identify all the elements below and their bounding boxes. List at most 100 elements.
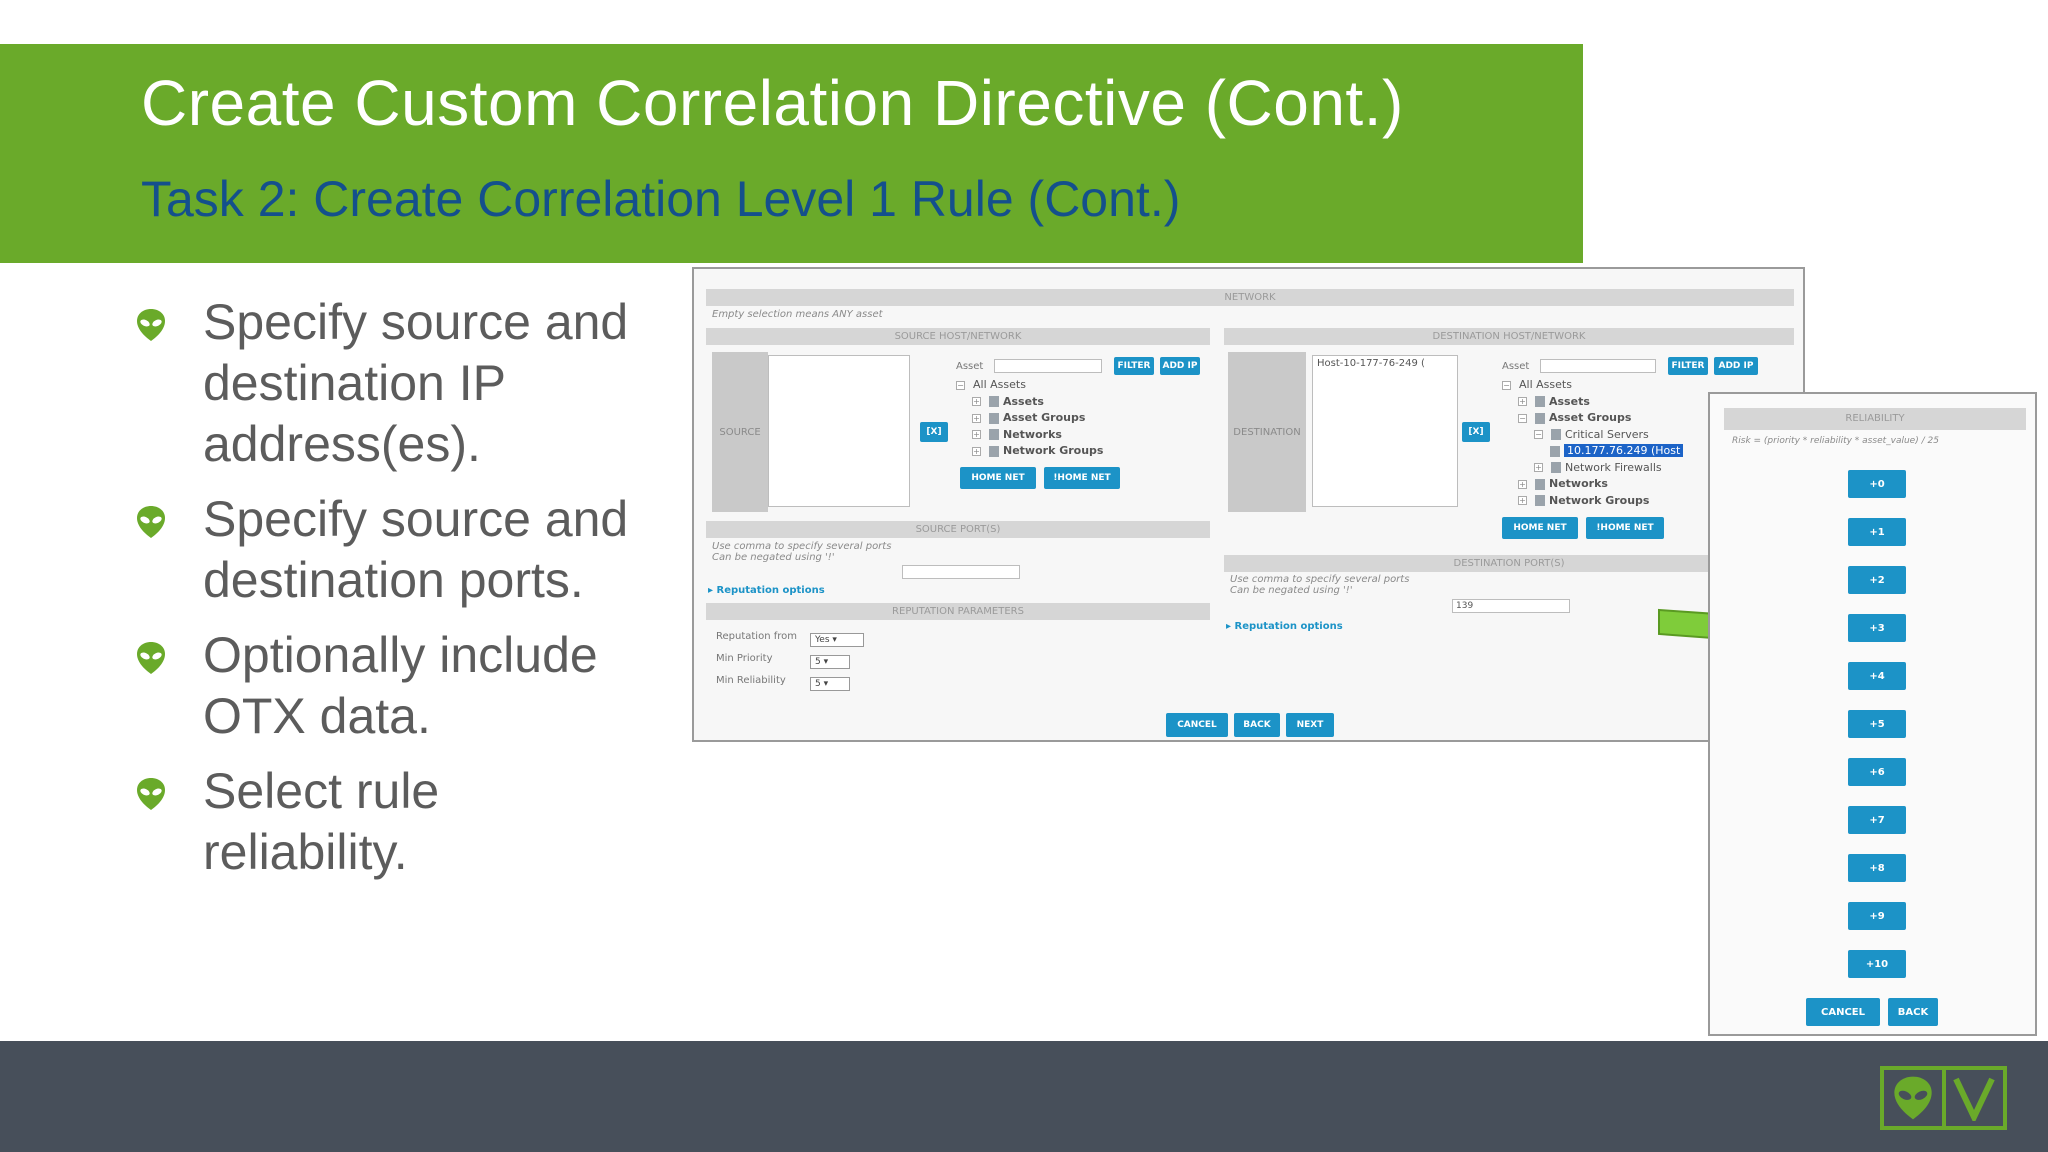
risk-formula: Risk = (priority * reliability * asset_v… [1732,436,1939,446]
reputation-from-label: Reputation from [716,631,797,642]
source-ports-hint: Use comma to specify several ports [712,541,892,552]
reliability-title: RELIABILITY [1724,408,2026,430]
tree-item[interactable]: − All Assets [1502,377,1683,394]
destination-not-home-net-button[interactable]: !HOME NET [1586,517,1664,539]
network-panel: NETWORK Empty selection means ANY asset … [692,267,1805,742]
tree-item[interactable]: − Critical Servers [1502,427,1683,444]
bullet-item: Specify source and destination IP addres… [136,292,656,475]
tree-label: Network Groups [1003,444,1104,457]
tree-item[interactable]: − Asset Groups [1502,410,1683,427]
source-home-net-button[interactable]: HOME NET [960,467,1036,489]
min-reliability-label: Min Reliability [716,675,786,686]
alien-head-icon [137,309,165,341]
v-mark-icon [1941,1070,2004,1126]
bullet-text: Select rule reliability. [203,763,440,880]
destination-home-net-button[interactable]: HOME NET [1502,517,1578,539]
tree-item[interactable]: + Assets [956,394,1103,411]
source-asset-label: Asset [956,361,984,372]
min-priority-label: Min Priority [716,653,773,664]
tree-item[interactable]: + Asset Groups [956,410,1103,427]
source-ports-section: SOURCE PORT(S) [706,521,1210,538]
network-section-title: NETWORK [706,289,1794,306]
tree-item[interactable]: + Network Firewalls [1502,460,1683,477]
reliability-back-button[interactable]: BACK [1888,998,1938,1026]
tree-item[interactable]: − All Assets [956,377,1103,394]
slide-subtitle: Task 2: Create Correlation Level 1 Rule … [141,171,1181,227]
bullet-item: Optionally include OTX data. [136,625,656,747]
tree-label: Networks [1003,427,1062,441]
destination-asset-tree: − All Assets + Assets − Asset Groups − Criti… [1502,377,1684,510]
min-reliability-select[interactable]: 5 ▾ [810,677,850,691]
reliability-plus-1-button[interactable]: +1 [1848,518,1906,546]
destination-ports-input[interactable]: 139 [1452,599,1570,613]
reliability-plus-2-button[interactable]: +2 [1848,566,1906,594]
tree-label: Asset Groups [1549,411,1632,424]
source-ports-hint: Can be negated using '!' [712,552,835,563]
reliability-plus-10-button[interactable]: +10 [1848,950,1906,978]
reputation-from-select[interactable]: Yes ▾ [810,633,864,647]
reliability-plus-3-button[interactable]: +3 [1848,614,1906,642]
tree-label: Networks [1549,477,1608,490]
source-reputation-options-link[interactable]: ▸ Reputation options [708,585,825,596]
footer-band [0,1041,2048,1152]
reliability-plus-0-button[interactable]: +0 [1848,470,1906,498]
tree-item[interactable]: + Network Groups [1502,493,1683,510]
reliability-cancel-button[interactable]: CANCEL [1806,998,1880,1026]
source-not-home-net-button[interactable]: !HOME NET [1044,467,1120,489]
destination-asset-label: Asset [1502,361,1530,372]
select-value: Yes [815,635,830,645]
reliability-plus-5-button[interactable]: +5 [1848,710,1906,738]
empty-selection-hint: Empty selection means ANY asset [712,309,883,320]
bullet-list: Specify source and destination IP addres… [136,292,656,897]
tree-item[interactable]: + Assets [1502,394,1683,411]
alien-head-icon [137,778,165,810]
destination-ports-hint: Use comma to specify several ports [1230,574,1410,585]
alien-head-icon [1884,1070,1942,1126]
source-ports-input[interactable] [902,565,1020,579]
source-add-ip-button[interactable]: ADD IP [1160,357,1200,375]
tree-item[interactable]: + Networks [956,427,1103,444]
destination-reputation-options-link[interactable]: ▸ Reputation options [1226,621,1343,632]
source-remove-button[interactable]: [X] [920,422,948,442]
source-filter-button[interactable]: FILTER [1114,357,1154,375]
destination-add-ip-button[interactable]: ADD IP [1714,357,1758,375]
tree-label: 10.177.76.249 (Host [1564,444,1684,457]
tree-label: Assets [1003,394,1044,408]
bullet-text: Specify source and destination IP addres… [203,294,629,472]
alien-head-icon [137,642,165,674]
destination-selection-list[interactable]: Host-10-177-76-249 ( [1312,355,1458,507]
min-priority-select[interactable]: 5 ▾ [810,655,850,669]
destination-selected-item[interactable]: Host-10-177-76-249 ( [1317,358,1425,369]
next-button[interactable]: NEXT [1286,713,1334,737]
bullet-text: Specify source and destination ports. [203,491,629,608]
reliability-panel: RELIABILITY Risk = (priority * reliabili… [1708,392,2037,1036]
tree-item[interactable]: + Network Groups [956,443,1103,460]
destination-remove-button[interactable]: [X] [1462,422,1490,442]
destination-host-section: DESTINATION HOST/NETWORK [1224,328,1794,345]
select-value: 5 [815,657,821,667]
tree-label: Assets [1549,394,1590,408]
slide-title: Create Custom Correlation Directive (Con… [141,67,1404,139]
reliability-plus-8-button[interactable]: +8 [1848,854,1906,882]
destination-ports-hint: Can be negated using '!' [1230,585,1353,596]
tree-label: Network Firewalls [1565,460,1662,474]
bullet-item: Select rule reliability. [136,761,656,883]
reliability-plus-9-button[interactable]: +9 [1848,902,1906,930]
source-host-section: SOURCE HOST/NETWORK [706,328,1210,345]
tree-label: Network Groups [1549,493,1650,507]
tree-item[interactable]: + Networks [1502,476,1683,493]
reliability-plus-6-button[interactable]: +6 [1848,758,1906,786]
tree-item-selected[interactable]: 10.177.76.249 (Host [1502,443,1684,460]
source-selection-list[interactable] [768,355,910,507]
reliability-plus-7-button[interactable]: +7 [1848,806,1906,834]
source-asset-tree: − All Assets + Assets + Asset Groups + Netwo… [956,377,1103,460]
source-asset-input[interactable] [994,359,1102,373]
tree-label: All Assets [1519,378,1572,391]
slide: Create Custom Correlation Directive (Con… [0,0,2048,1152]
reliability-plus-4-button[interactable]: +4 [1848,662,1906,690]
back-button[interactable]: BACK [1234,713,1280,737]
destination-filter-button[interactable]: FILTER [1668,357,1708,375]
destination-asset-input[interactable] [1540,359,1656,373]
destination-side-label: DESTINATION [1228,352,1306,512]
cancel-button[interactable]: CANCEL [1166,713,1228,737]
